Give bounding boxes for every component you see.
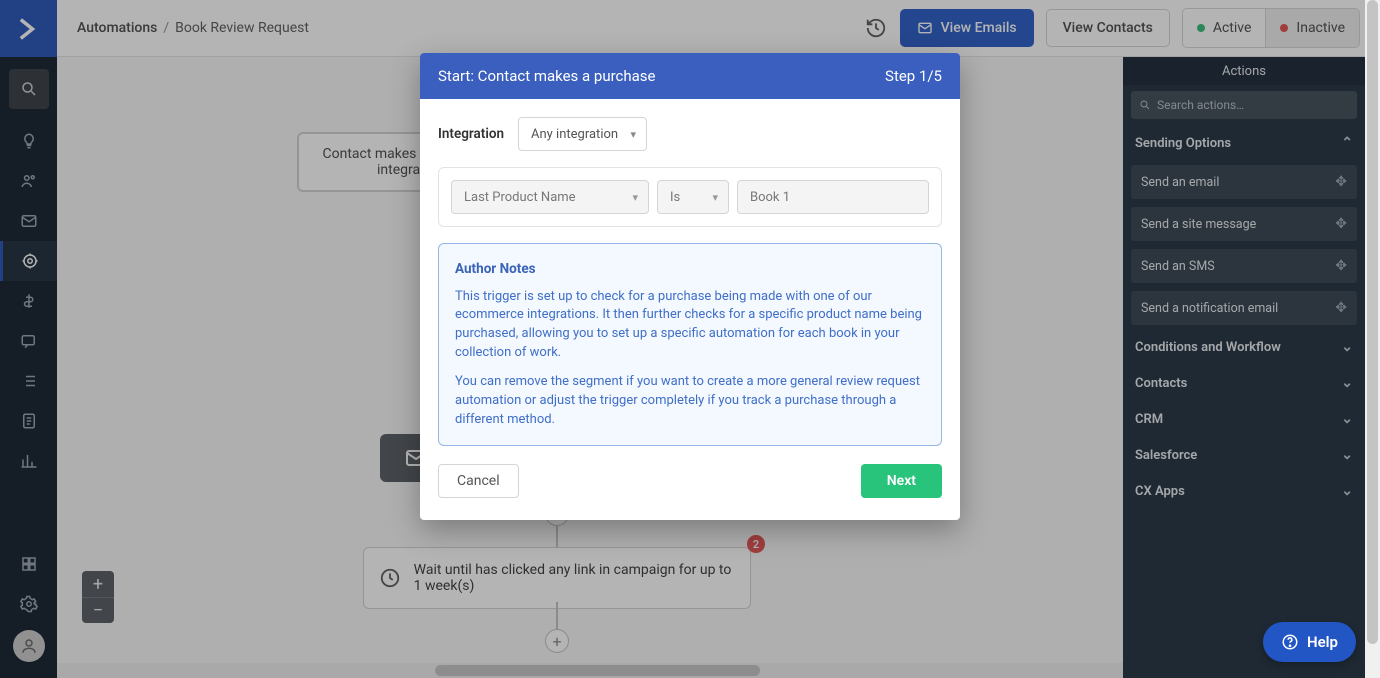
segment-box: Last Product Name Is — [438, 167, 942, 227]
trigger-config-modal: Start: Contact makes a purchase Step 1/5… — [420, 53, 960, 520]
notes-paragraph: You can remove the segment if you want t… — [455, 373, 925, 430]
segment-field-select[interactable]: Last Product Name — [451, 180, 649, 214]
notes-paragraph: This trigger is set up to check for a pu… — [455, 288, 925, 363]
window-scrollbar[interactable] — [1365, 0, 1380, 678]
integration-value: Any integration — [531, 127, 618, 142]
scrollbar-thumb[interactable] — [1367, 0, 1378, 644]
author-notes: Author Notes This trigger is set up to c… — [438, 243, 942, 446]
segment-value-input[interactable] — [737, 180, 929, 214]
segment-field-value: Last Product Name — [464, 190, 576, 205]
segment-operator-select[interactable]: Is — [657, 180, 729, 214]
help-icon — [1281, 633, 1299, 651]
segment-operator-value: Is — [670, 190, 680, 205]
integration-label: Integration — [438, 126, 504, 142]
modal-title: Start: Contact makes a purchase — [438, 67, 656, 85]
notes-heading: Author Notes — [455, 260, 925, 280]
help-button[interactable]: Help — [1263, 622, 1356, 662]
cancel-button[interactable]: Cancel — [438, 464, 519, 498]
help-label: Help — [1307, 633, 1338, 651]
integration-select[interactable]: Any integration — [518, 117, 647, 151]
next-button[interactable]: Next — [861, 464, 942, 498]
modal-header: Start: Contact makes a purchase Step 1/5 — [420, 53, 960, 99]
modal-step-label: Step 1/5 — [885, 67, 942, 85]
